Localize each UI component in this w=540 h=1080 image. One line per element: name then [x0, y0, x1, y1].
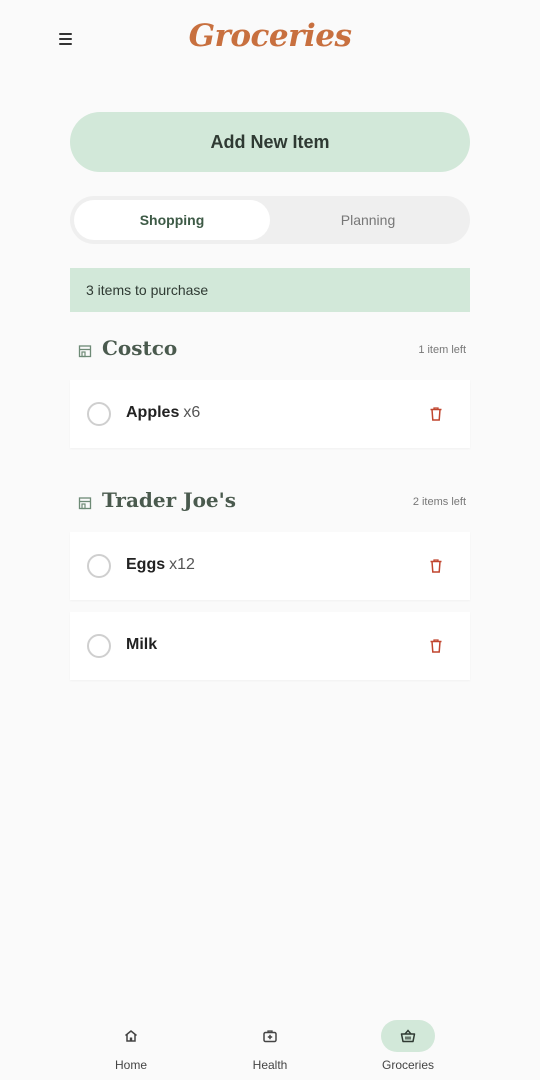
store-icon [78, 497, 92, 510]
nav-health[interactable]: Health [225, 1020, 315, 1078]
store-header-trader-joes: Trader Joe's 2 items left [70, 482, 470, 522]
item-checkbox[interactable] [87, 554, 111, 578]
trash-icon[interactable] [428, 558, 444, 574]
item-name: Eggs [126, 556, 166, 573]
tab-planning[interactable]: Planning [270, 200, 466, 240]
trash-icon[interactable] [428, 406, 444, 422]
app-title: Groceries [188, 18, 352, 54]
list-item: Apples x6 [70, 380, 470, 448]
app-header: Groceries [0, 0, 540, 80]
store-icon [78, 345, 92, 358]
trash-icon[interactable] [428, 638, 444, 654]
nav-home[interactable]: Home [86, 1020, 176, 1078]
store-items-left: 1 item left [418, 344, 466, 356]
store-header-costco: Costco 1 item left [70, 330, 470, 370]
store-items-left: 2 items left [412, 496, 466, 508]
store-name: Costco [102, 336, 178, 360]
nav-groceries[interactable]: Groceries [363, 1020, 453, 1078]
item-checkbox[interactable] [87, 402, 111, 426]
basket-icon [400, 1029, 416, 1043]
item-name: Apples [126, 404, 180, 421]
nav-label: Health [252, 1058, 288, 1072]
list-item: Milk [70, 612, 470, 680]
item-quantity: x6 [183, 404, 201, 421]
add-new-item-button[interactable]: Add New Item [70, 112, 470, 172]
purchase-summary-banner: 3 items to purchase [70, 268, 470, 312]
item-quantity: x12 [169, 556, 195, 573]
list-item: Eggs x12 [70, 532, 470, 600]
nav-label: Home [114, 1058, 147, 1072]
tab-shopping[interactable]: Shopping [74, 200, 270, 240]
item-name: Milk [126, 636, 158, 653]
medical-kit-icon [263, 1030, 277, 1043]
nav-label: Groceries [381, 1058, 434, 1072]
purchase-summary-text: 3 items to purchase [86, 282, 209, 298]
store-name: Trader Joe's [102, 488, 237, 512]
item-checkbox[interactable] [87, 634, 111, 658]
view-tabs: Shopping Planning [70, 196, 470, 244]
bottom-navigation: Home Health Groceries [0, 1010, 540, 1080]
home-icon [125, 1030, 137, 1042]
